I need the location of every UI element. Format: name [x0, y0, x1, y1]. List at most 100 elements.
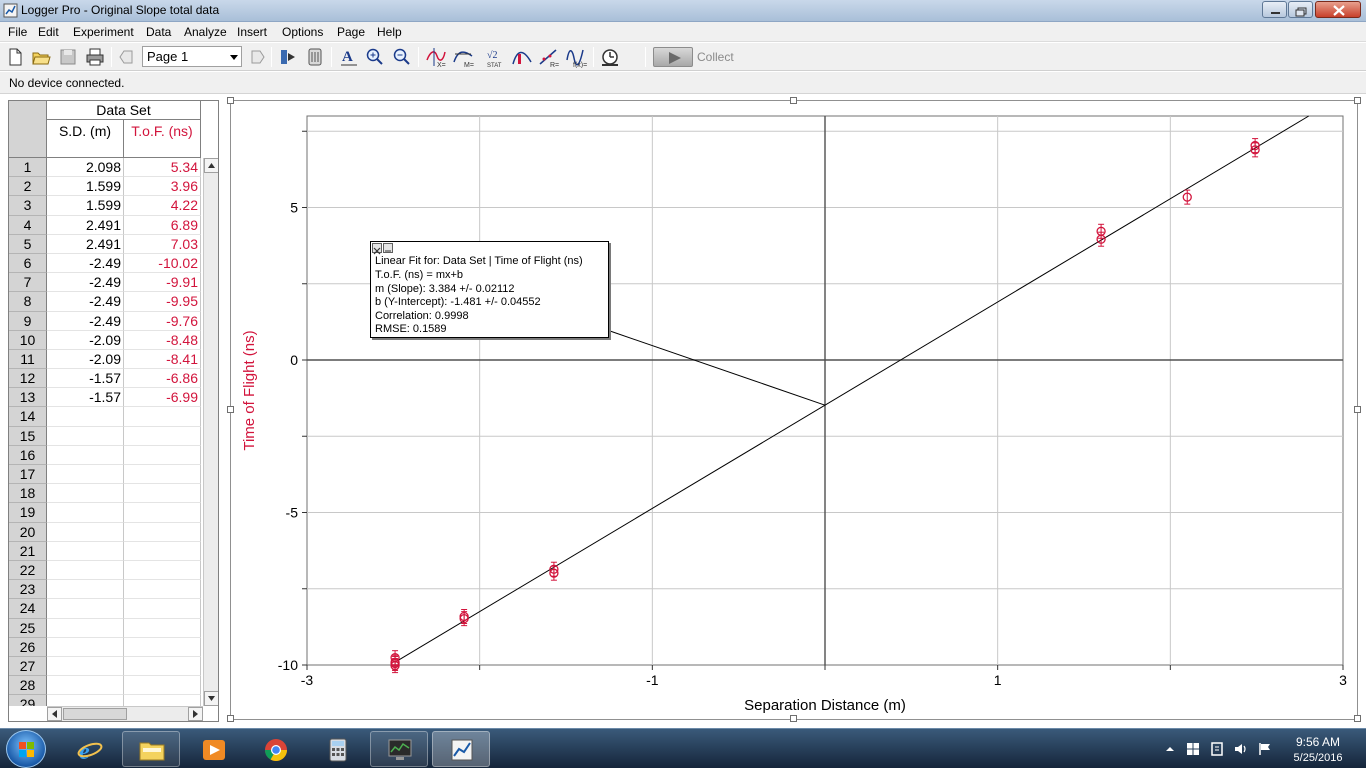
- data-browser-icon[interactable]: [304, 46, 326, 68]
- table-row[interactable]: 5 2.491 7.03: [9, 234, 201, 254]
- row-number[interactable]: 6: [9, 253, 47, 274]
- next-page-icon[interactable]: [245, 46, 267, 68]
- cell-time-of-flight[interactable]: 7.03: [124, 234, 201, 254]
- linear-fit-box[interactable]: Linear Fit for: Data Set | Time of Fligh…: [370, 241, 609, 338]
- taskbar-chrome[interactable]: [246, 731, 304, 767]
- cell-time-of-flight[interactable]: [124, 522, 201, 542]
- table-row[interactable]: 2 1.599 3.96: [9, 177, 201, 197]
- resize-handle[interactable]: [790, 97, 797, 104]
- cell-separation-distance[interactable]: 1.599: [47, 196, 124, 216]
- cell-time-of-flight[interactable]: 5.34: [124, 158, 201, 178]
- menu-data[interactable]: Data: [146, 25, 171, 39]
- table-row[interactable]: 22: [9, 560, 201, 581]
- row-number[interactable]: 1: [9, 158, 47, 178]
- windows-flag-icon[interactable]: [1185, 741, 1201, 757]
- menu-help[interactable]: Help: [377, 25, 402, 39]
- cell-time-of-flight[interactable]: [124, 503, 201, 523]
- collect-button[interactable]: [653, 47, 693, 67]
- row-number[interactable]: 5: [9, 234, 47, 254]
- scroll-left-button[interactable]: [47, 707, 62, 721]
- cell-separation-distance[interactable]: -2.49: [47, 311, 124, 331]
- integral-icon[interactable]: [511, 46, 533, 68]
- horizontal-scroll-thumb[interactable]: [63, 708, 127, 720]
- column-header-tof[interactable]: T.o.F. (ns): [124, 120, 201, 158]
- cell-time-of-flight[interactable]: [124, 541, 201, 561]
- table-row[interactable]: 26: [9, 637, 201, 657]
- menu-analyze[interactable]: Analyze: [184, 25, 227, 39]
- cell-time-of-flight[interactable]: -8.41: [124, 349, 201, 370]
- table-row[interactable]: 8 -2.49 -9.95: [9, 292, 201, 312]
- close-button[interactable]: [1315, 1, 1361, 18]
- table-row[interactable]: 14: [9, 407, 201, 427]
- row-number[interactable]: 27: [9, 656, 47, 677]
- row-number[interactable]: 13: [9, 388, 47, 408]
- autoscale-icon[interactable]: A: [338, 46, 360, 68]
- cell-time-of-flight[interactable]: 4.22: [124, 196, 201, 216]
- clock-date[interactable]: 5/25/2016: [1286, 752, 1350, 764]
- row-number[interactable]: 18: [9, 484, 47, 504]
- cell-separation-distance[interactable]: [47, 465, 124, 485]
- cell-time-of-flight[interactable]: -6.86: [124, 369, 201, 389]
- table-row[interactable]: 3 1.599 4.22: [9, 196, 201, 216]
- cell-separation-distance[interactable]: -1.57: [47, 369, 124, 389]
- row-number[interactable]: 19: [9, 503, 47, 523]
- row-number[interactable]: 20: [9, 522, 47, 542]
- cell-separation-distance[interactable]: 2.098: [47, 158, 124, 178]
- cell-time-of-flight[interactable]: 6.89: [124, 215, 201, 235]
- cell-time-of-flight[interactable]: -10.02: [124, 253, 201, 274]
- row-number[interactable]: 11: [9, 349, 47, 370]
- cell-separation-distance[interactable]: [47, 560, 124, 581]
- horizontal-scrollbar[interactable]: [47, 706, 203, 721]
- cell-time-of-flight[interactable]: [124, 407, 201, 427]
- resize-handle[interactable]: [1354, 406, 1361, 413]
- show-hidden-icons-icon[interactable]: [1162, 741, 1178, 757]
- cell-separation-distance[interactable]: -2.49: [47, 253, 124, 274]
- scroll-up-button[interactable]: [204, 158, 218, 173]
- resize-handle[interactable]: [227, 97, 234, 104]
- cell-time-of-flight[interactable]: 3.96: [124, 177, 201, 197]
- menu-insert[interactable]: Insert: [237, 25, 267, 39]
- restore-button[interactable]: [1288, 1, 1313, 18]
- table-row[interactable]: 28: [9, 676, 201, 696]
- row-number[interactable]: 4: [9, 215, 47, 235]
- linear-fit-icon[interactable]: R=: [538, 46, 560, 68]
- table-row[interactable]: 12 -1.57 -6.86: [9, 369, 201, 389]
- row-number[interactable]: 15: [9, 426, 47, 446]
- cell-separation-distance[interactable]: [47, 618, 124, 638]
- cell-separation-distance[interactable]: [47, 695, 124, 706]
- table-row[interactable]: 20: [9, 522, 201, 542]
- cell-time-of-flight[interactable]: [124, 465, 201, 485]
- fit-options-button[interactable]: [383, 243, 393, 253]
- cell-time-of-flight[interactable]: [124, 445, 201, 465]
- resize-handle[interactable]: [1354, 715, 1361, 722]
- menu-page[interactable]: Page: [337, 25, 365, 39]
- table-row[interactable]: 29: [9, 695, 201, 706]
- cell-separation-distance[interactable]: -2.49: [47, 292, 124, 312]
- row-number[interactable]: 10: [9, 330, 47, 350]
- resize-handle[interactable]: [227, 715, 234, 722]
- cell-separation-distance[interactable]: [47, 676, 124, 696]
- table-row[interactable]: 6 -2.49 -10.02: [9, 253, 201, 274]
- table-row[interactable]: 1 2.098 5.34: [9, 158, 201, 178]
- cell-separation-distance[interactable]: [47, 541, 124, 561]
- row-number[interactable]: 2: [9, 177, 47, 197]
- cell-separation-distance[interactable]: [47, 426, 124, 446]
- graph-panel[interactable]: -3 -1 1 3 5 0 -5 -10 Separation Distance (m) Time…: [230, 100, 1358, 720]
- zoom-out-icon[interactable]: [391, 46, 413, 68]
- menu-file[interactable]: File: [8, 25, 27, 39]
- cell-separation-distance[interactable]: -2.49: [47, 273, 124, 293]
- previous-page-icon[interactable]: [117, 46, 139, 68]
- taskbar-media-player[interactable]: [184, 731, 242, 767]
- cell-separation-distance[interactable]: -2.09: [47, 330, 124, 350]
- new-file-icon[interactable]: [4, 46, 26, 68]
- row-number[interactable]: 3: [9, 196, 47, 216]
- cell-separation-distance[interactable]: -1.57: [47, 388, 124, 408]
- dataset-title[interactable]: Data Set: [47, 101, 201, 120]
- table-row[interactable]: 17: [9, 465, 201, 485]
- clock-time[interactable]: 9:56 AM: [1288, 735, 1348, 749]
- open-folder-icon[interactable]: [30, 46, 52, 68]
- row-number[interactable]: 21: [9, 541, 47, 561]
- cell-separation-distance[interactable]: [47, 407, 124, 427]
- cell-separation-distance[interactable]: 1.599: [47, 177, 124, 197]
- curve-fit-icon[interactable]: f(x)=: [565, 46, 587, 68]
